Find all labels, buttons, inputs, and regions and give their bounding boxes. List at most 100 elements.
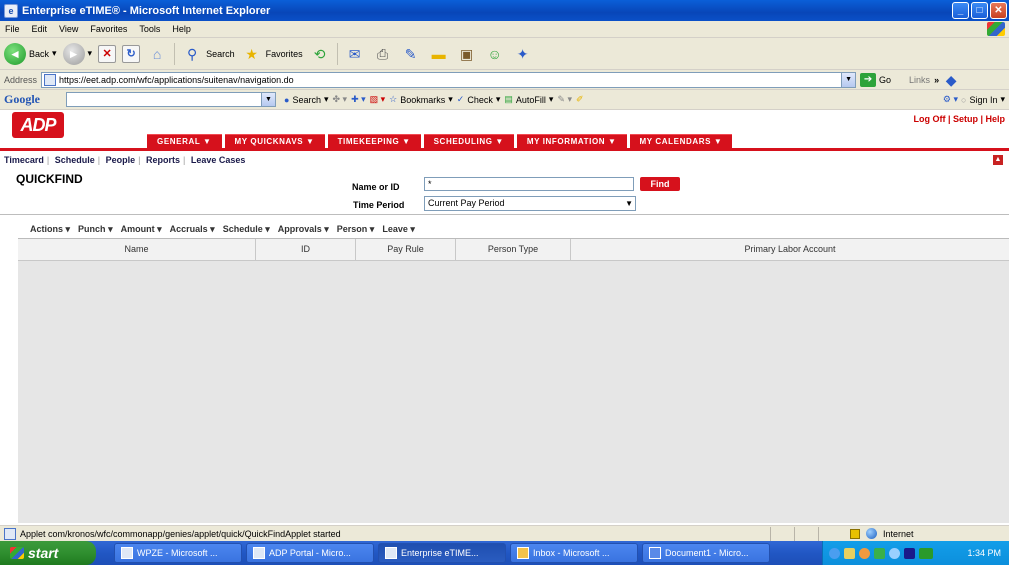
nav-tab-my-calendars[interactable]: MY CALENDARS ▼	[629, 134, 733, 148]
back-button[interactable]: ◄ Back ▾	[4, 42, 57, 65]
column-person-type[interactable]: Person Type	[456, 239, 571, 260]
address-input[interactable]: https://eet.adp.com/wfc/applications/sui…	[41, 71, 857, 88]
clock[interactable]: 1:34 PM	[967, 548, 1009, 558]
messenger-icon[interactable]: ☺	[484, 44, 506, 64]
google-dropdown-icon[interactable]: ▼	[261, 93, 275, 106]
highlight-icon[interactable]: ✐	[576, 94, 584, 105]
outlook-icon	[517, 547, 529, 559]
menu-view[interactable]: View	[59, 24, 78, 34]
tray-vpn-icon[interactable]	[919, 547, 933, 559]
time-period-select[interactable]: Current Pay Period ▼	[424, 196, 636, 211]
tray-mail-icon[interactable]	[844, 547, 855, 559]
results-grid[interactable]: Name ID Pay Rule Person Type Primary Lab…	[18, 238, 1009, 523]
ie-toolbar-icon[interactable]: ◆	[943, 70, 959, 90]
menu-file[interactable]: File	[5, 24, 20, 34]
autofill-button[interactable]: ▤ AutoFill ▾	[504, 94, 553, 105]
column-id[interactable]: ID	[256, 239, 356, 260]
task-inbox[interactable]: Inbox - Microsoft ...	[510, 543, 638, 563]
back-dropdown-icon[interactable]: ▾	[52, 48, 57, 59]
check-button[interactable]: ✓ Check ▾	[457, 94, 501, 105]
minimize-button[interactable]: _	[952, 2, 969, 19]
subnav-timecard[interactable]: Timecard	[4, 155, 44, 165]
subnav-schedule[interactable]: Schedule	[55, 155, 95, 165]
menu-help[interactable]: Help	[172, 24, 191, 34]
research-icon[interactable]: ▣	[456, 44, 478, 64]
address-bar: Address https://eet.adp.com/wfc/applicat…	[0, 70, 1009, 90]
tray-user-icon[interactable]	[874, 547, 885, 559]
forward-button[interactable]: ► ▾	[62, 42, 93, 65]
home-icon[interactable]: ⌂	[146, 44, 168, 64]
security-zone[interactable]: Internet	[842, 528, 914, 539]
tray-network-icon[interactable]	[829, 547, 840, 559]
action-label: Punch	[78, 224, 106, 234]
bookmarks-button[interactable]: ☆ Bookmarks ▾	[389, 94, 453, 105]
nav-tab-label: MY INFORMATION	[526, 137, 606, 146]
menu-person[interactable]: Person ▾	[337, 224, 375, 235]
google-plus-icon[interactable]: ✚ ▾	[351, 94, 366, 105]
start-button[interactable]: start	[0, 541, 96, 565]
favorites-button[interactable]: ★ Favorites	[241, 44, 302, 64]
menu-edit[interactable]: Edit	[32, 24, 48, 34]
task-enterprise-etime[interactable]: Enterprise eTIME...	[378, 543, 506, 563]
google-search-input[interactable]: ▼	[66, 92, 276, 107]
tray-outlook-icon[interactable]	[859, 547, 870, 559]
column-name[interactable]: Name	[18, 239, 256, 260]
tray-messenger-icon[interactable]	[889, 547, 900, 559]
header-links[interactable]: Log Off | Setup | Help	[913, 114, 1005, 124]
menu-tools[interactable]: Tools	[139, 24, 160, 34]
discuss-icon[interactable]: ✦	[512, 44, 534, 64]
search-button[interactable]: ⚲ Search	[181, 44, 235, 64]
bookmarks-dropdown-icon: ▾	[448, 94, 453, 104]
subnav-people[interactable]: People	[106, 155, 136, 165]
links-label[interactable]: Links	[909, 75, 930, 85]
subnav-reports[interactable]: Reports	[146, 155, 180, 165]
mail-icon[interactable]: ✉	[344, 44, 366, 64]
send-to-icon[interactable]: ✎ ▾	[557, 94, 572, 105]
history-icon[interactable]: ⟲	[309, 44, 331, 64]
menu-approvals[interactable]: Approvals ▾	[278, 224, 329, 235]
menu-leave[interactable]: Leave ▾	[382, 224, 415, 235]
nav-tab-general[interactable]: GENERAL ▼	[147, 134, 222, 148]
status-bar: Applet com/kronos/wfc/commonapp/genies/a…	[0, 525, 1009, 541]
signin-button[interactable]: ⚙ ▾ ○ Sign In ▾	[943, 94, 1009, 105]
maximize-button[interactable]: □	[971, 2, 988, 19]
task-wpze[interactable]: WPZE - Microsoft ...	[114, 543, 242, 563]
links-chevron-icon[interactable]: »	[934, 75, 939, 85]
google-popup-icon[interactable]: ▧ ▾	[370, 94, 386, 105]
folder-icon[interactable]: ▬	[428, 44, 450, 64]
main-nav: GENERAL ▼ MY QUICKNAVS ▼ TIMEKEEPING ▼ S…	[147, 134, 733, 148]
find-button[interactable]: Find	[640, 177, 680, 191]
nav-tab-timekeeping[interactable]: TIMEKEEPING ▼	[327, 134, 421, 148]
column-pay-rule[interactable]: Pay Rule	[356, 239, 456, 260]
menu-schedule[interactable]: Schedule ▾	[223, 224, 270, 235]
menu-punch[interactable]: Punch ▾	[78, 224, 113, 235]
menu-favorites[interactable]: Favorites	[90, 24, 127, 34]
window-title: Enterprise eTIME® - Microsoft Internet E…	[22, 4, 271, 17]
tray-app-icon[interactable]	[904, 547, 915, 559]
menu-accruals[interactable]: Accruals ▾	[170, 224, 215, 235]
menu-actions[interactable]: Actions ▾	[30, 224, 70, 235]
forward-dropdown-icon[interactable]: ▾	[88, 48, 93, 59]
subnav-leave-cases[interactable]: Leave Cases	[191, 155, 246, 165]
nav-tab-my-information[interactable]: MY INFORMATION ▼	[516, 134, 627, 148]
google-news-icon[interactable]: ✤ ▾	[333, 94, 348, 105]
google-search-button[interactable]: ● Search ▾	[284, 94, 329, 105]
close-button[interactable]: ✕	[990, 2, 1007, 19]
address-dropdown-icon[interactable]: ▼	[841, 72, 856, 87]
settings-wrench-icon[interactable]: ⚙ ▾	[943, 94, 958, 105]
collapse-icon[interactable]: ▲	[993, 155, 1003, 165]
task-document1[interactable]: Document1 - Micro...	[642, 543, 770, 563]
nav-tab-my-quicknavs[interactable]: MY QUICKNAVS ▼	[224, 134, 325, 148]
nav-tab-scheduling[interactable]: SCHEDULING ▼	[423, 134, 514, 148]
column-primary-labor-account[interactable]: Primary Labor Account	[571, 239, 1009, 260]
adp-logo[interactable]: ADP	[12, 112, 64, 138]
task-adp-portal[interactable]: ADP Portal - Micro...	[246, 543, 374, 563]
stop-icon[interactable]: ✕	[98, 44, 117, 63]
name-or-id-input[interactable]: *	[424, 177, 634, 191]
go-button[interactable]: ➔ Go	[860, 72, 891, 87]
menu-amount[interactable]: Amount ▾	[121, 224, 162, 235]
print-icon[interactable]: ⎙	[372, 44, 394, 64]
refresh-icon[interactable]: ↻	[122, 44, 141, 63]
google-search-dropdown-icon: ▾	[323, 94, 329, 104]
edit-icon[interactable]: ✎	[400, 44, 422, 64]
